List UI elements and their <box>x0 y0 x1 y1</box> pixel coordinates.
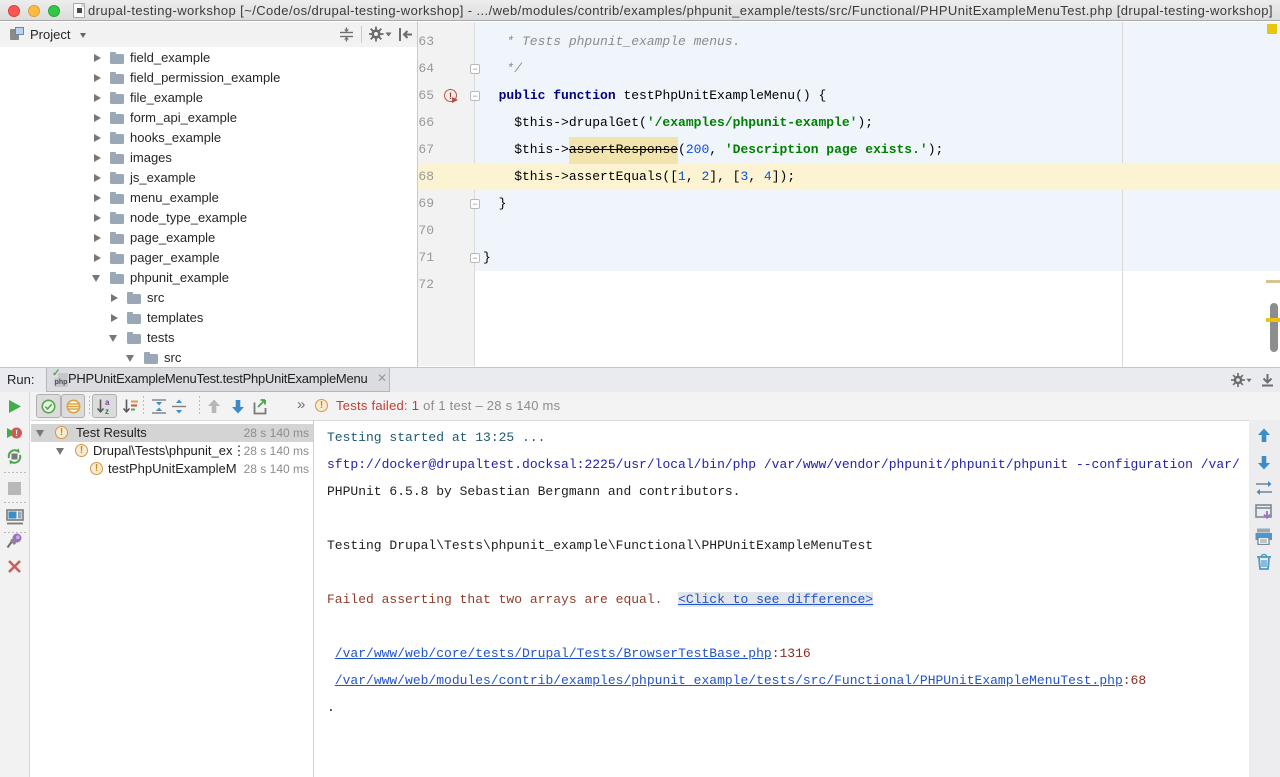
svg-text:!: ! <box>15 428 18 438</box>
svg-text:z: z <box>105 407 109 415</box>
svg-text:a: a <box>105 398 110 407</box>
